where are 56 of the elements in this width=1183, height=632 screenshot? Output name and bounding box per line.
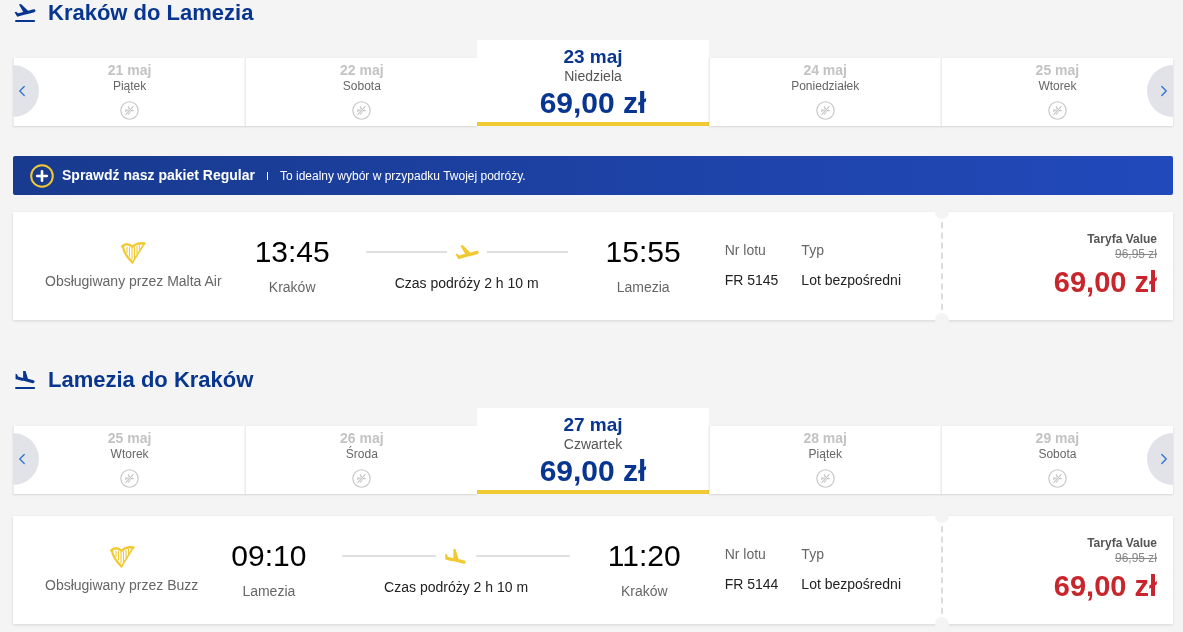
departure-city: Kraków	[268, 278, 316, 296]
crossed-plane-icon	[352, 469, 372, 488]
crossed-plane-icon	[120, 469, 140, 488]
crossed-plane-icon	[352, 101, 372, 120]
date-tab[interactable]: 24 maj Poniedziałek	[708, 58, 941, 126]
fare-name: Taryfa Value	[1087, 232, 1157, 247]
date-tab[interactable]: 22 maj Sobota	[245, 58, 478, 126]
promo-banner[interactable]: Sprawdź nasz pakiet Regular To idealny wybór w przypadku Twojej podróży.	[13, 156, 1173, 195]
harp-icon	[108, 544, 135, 568]
flight-number-label: Nr lotu	[724, 545, 766, 563]
flight-type: Lot bezpośredni	[801, 575, 901, 593]
crossed-plane-icon	[1047, 469, 1067, 488]
flight-number: FR 5145	[724, 271, 779, 289]
departure-time: 13:45	[254, 235, 330, 269]
fare-name: Taryfa Value	[1087, 536, 1157, 551]
date-tab[interactable]: 28 maj Piątek	[708, 426, 941, 494]
promo-text: To idealny wybór w przypadku Twojej podróży.	[279, 167, 526, 185]
fare-price: 69,00 zł	[1053, 266, 1157, 298]
crossed-plane-icon	[815, 101, 835, 120]
duration-text: Czas podróży 2 h 10 m	[384, 578, 529, 596]
section-title: Lamezia do Kraków	[48, 367, 254, 392]
fare-price: 69,00 zł	[1053, 570, 1157, 602]
date-tab[interactable]: 29 maj Sobota	[940, 426, 1173, 494]
flight-type-label: Typ	[801, 241, 824, 259]
arrival-time: 15:55	[605, 235, 681, 269]
harp-icon	[120, 240, 147, 264]
date-tab[interactable]: 25 maj Wtorek	[940, 58, 1173, 126]
date-tab[interactable]: 25 maj Wtorek	[13, 426, 246, 494]
departure-city: Lamezia	[242, 582, 296, 600]
duration-text: Czas podróży 2 h 10 m	[394, 274, 539, 292]
carrier-text: Obsługiwany przez Malta Air	[45, 272, 222, 290]
date-tab[interactable]: 23 maj Niedziela 69,00 zł	[477, 40, 709, 126]
arrival-time: 11:20	[607, 539, 681, 573]
crossed-plane-icon	[120, 101, 140, 120]
date-tab[interactable]: 26 maj Środa	[245, 426, 478, 494]
date-tab[interactable]: 27 maj Czwartek 69,00 zł	[477, 408, 709, 494]
plane-landing-icon	[444, 548, 469, 564]
date-tab[interactable]: 21 maj Piątek	[13, 58, 246, 126]
plane-landing-icon	[14, 370, 36, 389]
crossed-plane-icon	[1047, 101, 1067, 120]
plane-takeoff-icon	[454, 244, 479, 260]
flight-number-label: Nr lotu	[724, 241, 766, 259]
old-price: 96,95 zł	[1114, 247, 1157, 262]
flight-number: FR 5144	[724, 575, 779, 593]
flight-type: Lot bezpośredni	[801, 271, 901, 289]
plus-circle-icon	[30, 163, 54, 188]
section-title: Kraków do Lamezia	[48, 0, 254, 25]
arrival-city: Kraków	[620, 582, 668, 600]
flight-type-label: Typ	[801, 545, 824, 563]
arrival-city: Lamezia	[616, 278, 670, 296]
promo-title: Sprawdź nasz pakiet Regular	[62, 166, 255, 185]
crossed-plane-icon	[815, 469, 835, 488]
old-price: 96,95 zł	[1114, 551, 1157, 566]
carrier-text: Obsługiwany przez Buzz	[45, 576, 199, 594]
plane-takeoff-icon	[14, 3, 36, 22]
departure-time: 09:10	[231, 539, 307, 573]
